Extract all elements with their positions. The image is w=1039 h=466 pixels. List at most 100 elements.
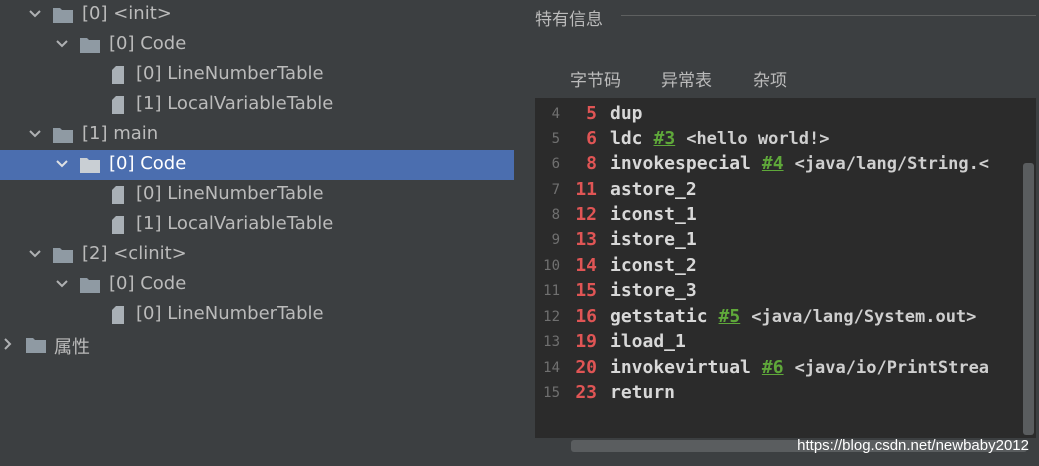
chevron-down-icon[interactable] (54, 36, 70, 52)
tree-node-label: [0] Code (109, 33, 187, 54)
bytecode-offset: 6 (586, 128, 597, 149)
opcode: istore_3 (610, 280, 697, 301)
bytecode-offset: 23 (575, 382, 597, 403)
code-line: 4 5 dup (535, 101, 1023, 126)
tree-node-clinit[interactable]: [2] <clinit> (0, 240, 514, 270)
opcode: getstatic (610, 306, 708, 327)
code-line: 9 13 istore_1 (535, 227, 1023, 252)
tree-node-line-number-table[interactable]: [0] LineNumberTable (0, 180, 514, 210)
constant-comment: <hello world!> (686, 129, 830, 149)
tree-node-label: [0] <init> (82, 3, 172, 24)
tree-node-local-variable-table[interactable]: [1] LocalVariableTable (0, 90, 514, 120)
code-line: 15 23 return (535, 380, 1023, 405)
file-icon (112, 306, 124, 324)
constant-pool-ref-link[interactable]: #5 (719, 306, 741, 327)
chevron-down-icon[interactable] (27, 6, 43, 22)
tree-node-init[interactable]: [0] <init> (0, 0, 514, 30)
tree-node-code[interactable]: [0] Code (0, 270, 514, 300)
line-number: 15 (543, 385, 560, 401)
bytecode-offset: 12 (575, 204, 597, 225)
bytecode-offset: 13 (575, 229, 597, 250)
watermark-text: https://blog.csdn.net/newbaby2012 (797, 437, 1029, 454)
code-line: 7 11 astore_2 (535, 177, 1023, 202)
file-icon (112, 186, 124, 204)
chevron-down-icon[interactable] (54, 276, 70, 292)
code-line: 8 12 iconst_1 (535, 202, 1023, 227)
instruction: getstatic #5 <java/lang/System.out> (610, 306, 976, 327)
folder-icon (80, 158, 100, 173)
folder-icon (53, 128, 73, 143)
code-line: 12 16 getstatic #5 <java/lang/System.out> (535, 304, 1023, 329)
tree-node-label: 属性 (54, 337, 90, 358)
instruction: return (610, 382, 675, 403)
tree-node-label: [1] main (82, 123, 159, 144)
opcode: dup (610, 103, 643, 124)
instruction: iconst_2 (610, 255, 697, 276)
tree-node-label: [0] LineNumberTable (136, 63, 324, 84)
tab-misc[interactable]: 杂项 (753, 66, 787, 91)
chevron-down-icon[interactable] (27, 126, 43, 142)
code-line: 6 8 invokespecial #4 <java/lang/String.< (535, 151, 1023, 176)
chevron-down-icon[interactable] (27, 246, 43, 262)
tree-node-main[interactable]: [1] main (0, 120, 514, 150)
folder-icon (53, 248, 73, 263)
tree-node-attributes[interactable]: 属性 (0, 330, 514, 360)
tree-node-code[interactable]: [0] Code (0, 30, 514, 60)
constant-comment: <java/io/PrintStrea (794, 358, 990, 378)
tab-exception-table[interactable]: 异常表 (661, 66, 712, 91)
bytecode-editor[interactable]: 4 5 dup 5 6 ldc #3 <hello world!> 6 8 invo… (535, 98, 1036, 438)
instruction: astore_2 (610, 179, 697, 200)
constant-pool-ref-link[interactable]: #4 (762, 153, 784, 174)
file-icon (112, 216, 124, 234)
line-number: 14 (543, 360, 560, 376)
instruction: iconst_1 (610, 204, 697, 225)
folder-icon (80, 38, 100, 53)
constant-pool-ref-link[interactable]: #6 (762, 357, 784, 378)
constant-comment: <java/lang/String.< (794, 154, 990, 174)
tab-bytecode[interactable]: 字节码 (570, 66, 621, 91)
bytecode-offset: 19 (575, 331, 597, 352)
class-tree: [0] <init> [0] Code [0] LineNumberTable … (0, 0, 514, 466)
bytecode-offset: 20 (575, 357, 597, 378)
tree-node-line-number-table[interactable]: [0] LineNumberTable (0, 300, 514, 330)
tree-node-label: [1] LocalVariableTable (136, 213, 334, 234)
bytecode-offset: 5 (586, 103, 597, 124)
tree-node-label: [0] LineNumberTable (136, 303, 324, 324)
opcode: iconst_1 (610, 204, 697, 225)
vertical-scrollbar[interactable] (1023, 163, 1034, 435)
bytecode-offset: 14 (575, 255, 597, 276)
instruction: istore_1 (610, 229, 697, 250)
tree-node-label: [0] LineNumberTable (136, 183, 324, 204)
line-number: 6 (551, 156, 560, 172)
tree-node-label: [0] Code (109, 273, 187, 294)
code-line: 13 19 iload_1 (535, 329, 1023, 354)
tree-node-local-variable-table[interactable]: [1] LocalVariableTable (0, 210, 514, 240)
constant-pool-ref-link[interactable]: #3 (654, 128, 676, 149)
instruction: invokevirtual #6 <java/io/PrintStrea (610, 357, 989, 378)
line-number: 7 (551, 182, 560, 198)
opcode: astore_2 (610, 179, 697, 200)
line-number: 5 (551, 131, 560, 147)
code-line: 5 6 ldc #3 <hello world!> (535, 126, 1023, 151)
chevron-right-icon[interactable] (0, 336, 16, 352)
chevron-down-icon[interactable] (54, 156, 70, 172)
folder-icon (53, 8, 73, 23)
line-number: 13 (543, 334, 560, 350)
tree-node-code-selected[interactable]: [0] Code (0, 150, 514, 180)
opcode: ldc (610, 128, 643, 149)
opcode: invokespecial (610, 153, 751, 174)
opcode: invokevirtual (610, 357, 751, 378)
constant-comment: <java/lang/System.out> (751, 307, 977, 327)
line-number: 9 (551, 232, 560, 248)
tree-node-label: [2] <clinit> (82, 243, 187, 264)
instruction: ldc #3 <hello world!> (610, 128, 830, 149)
opcode: iconst_2 (610, 255, 697, 276)
tree-node-line-number-table[interactable]: [0] LineNumberTable (0, 60, 514, 90)
code-line: 11 15 istore_3 (535, 278, 1023, 303)
tree-node-label: [0] Code (109, 153, 187, 174)
info-header: 特有信息 (535, 0, 1039, 32)
code-line: 14 20 invokevirtual #6 <java/io/PrintStrea (535, 355, 1023, 380)
line-number: 12 (543, 309, 560, 325)
opcode: return (610, 382, 676, 403)
instruction: istore_3 (610, 280, 697, 301)
